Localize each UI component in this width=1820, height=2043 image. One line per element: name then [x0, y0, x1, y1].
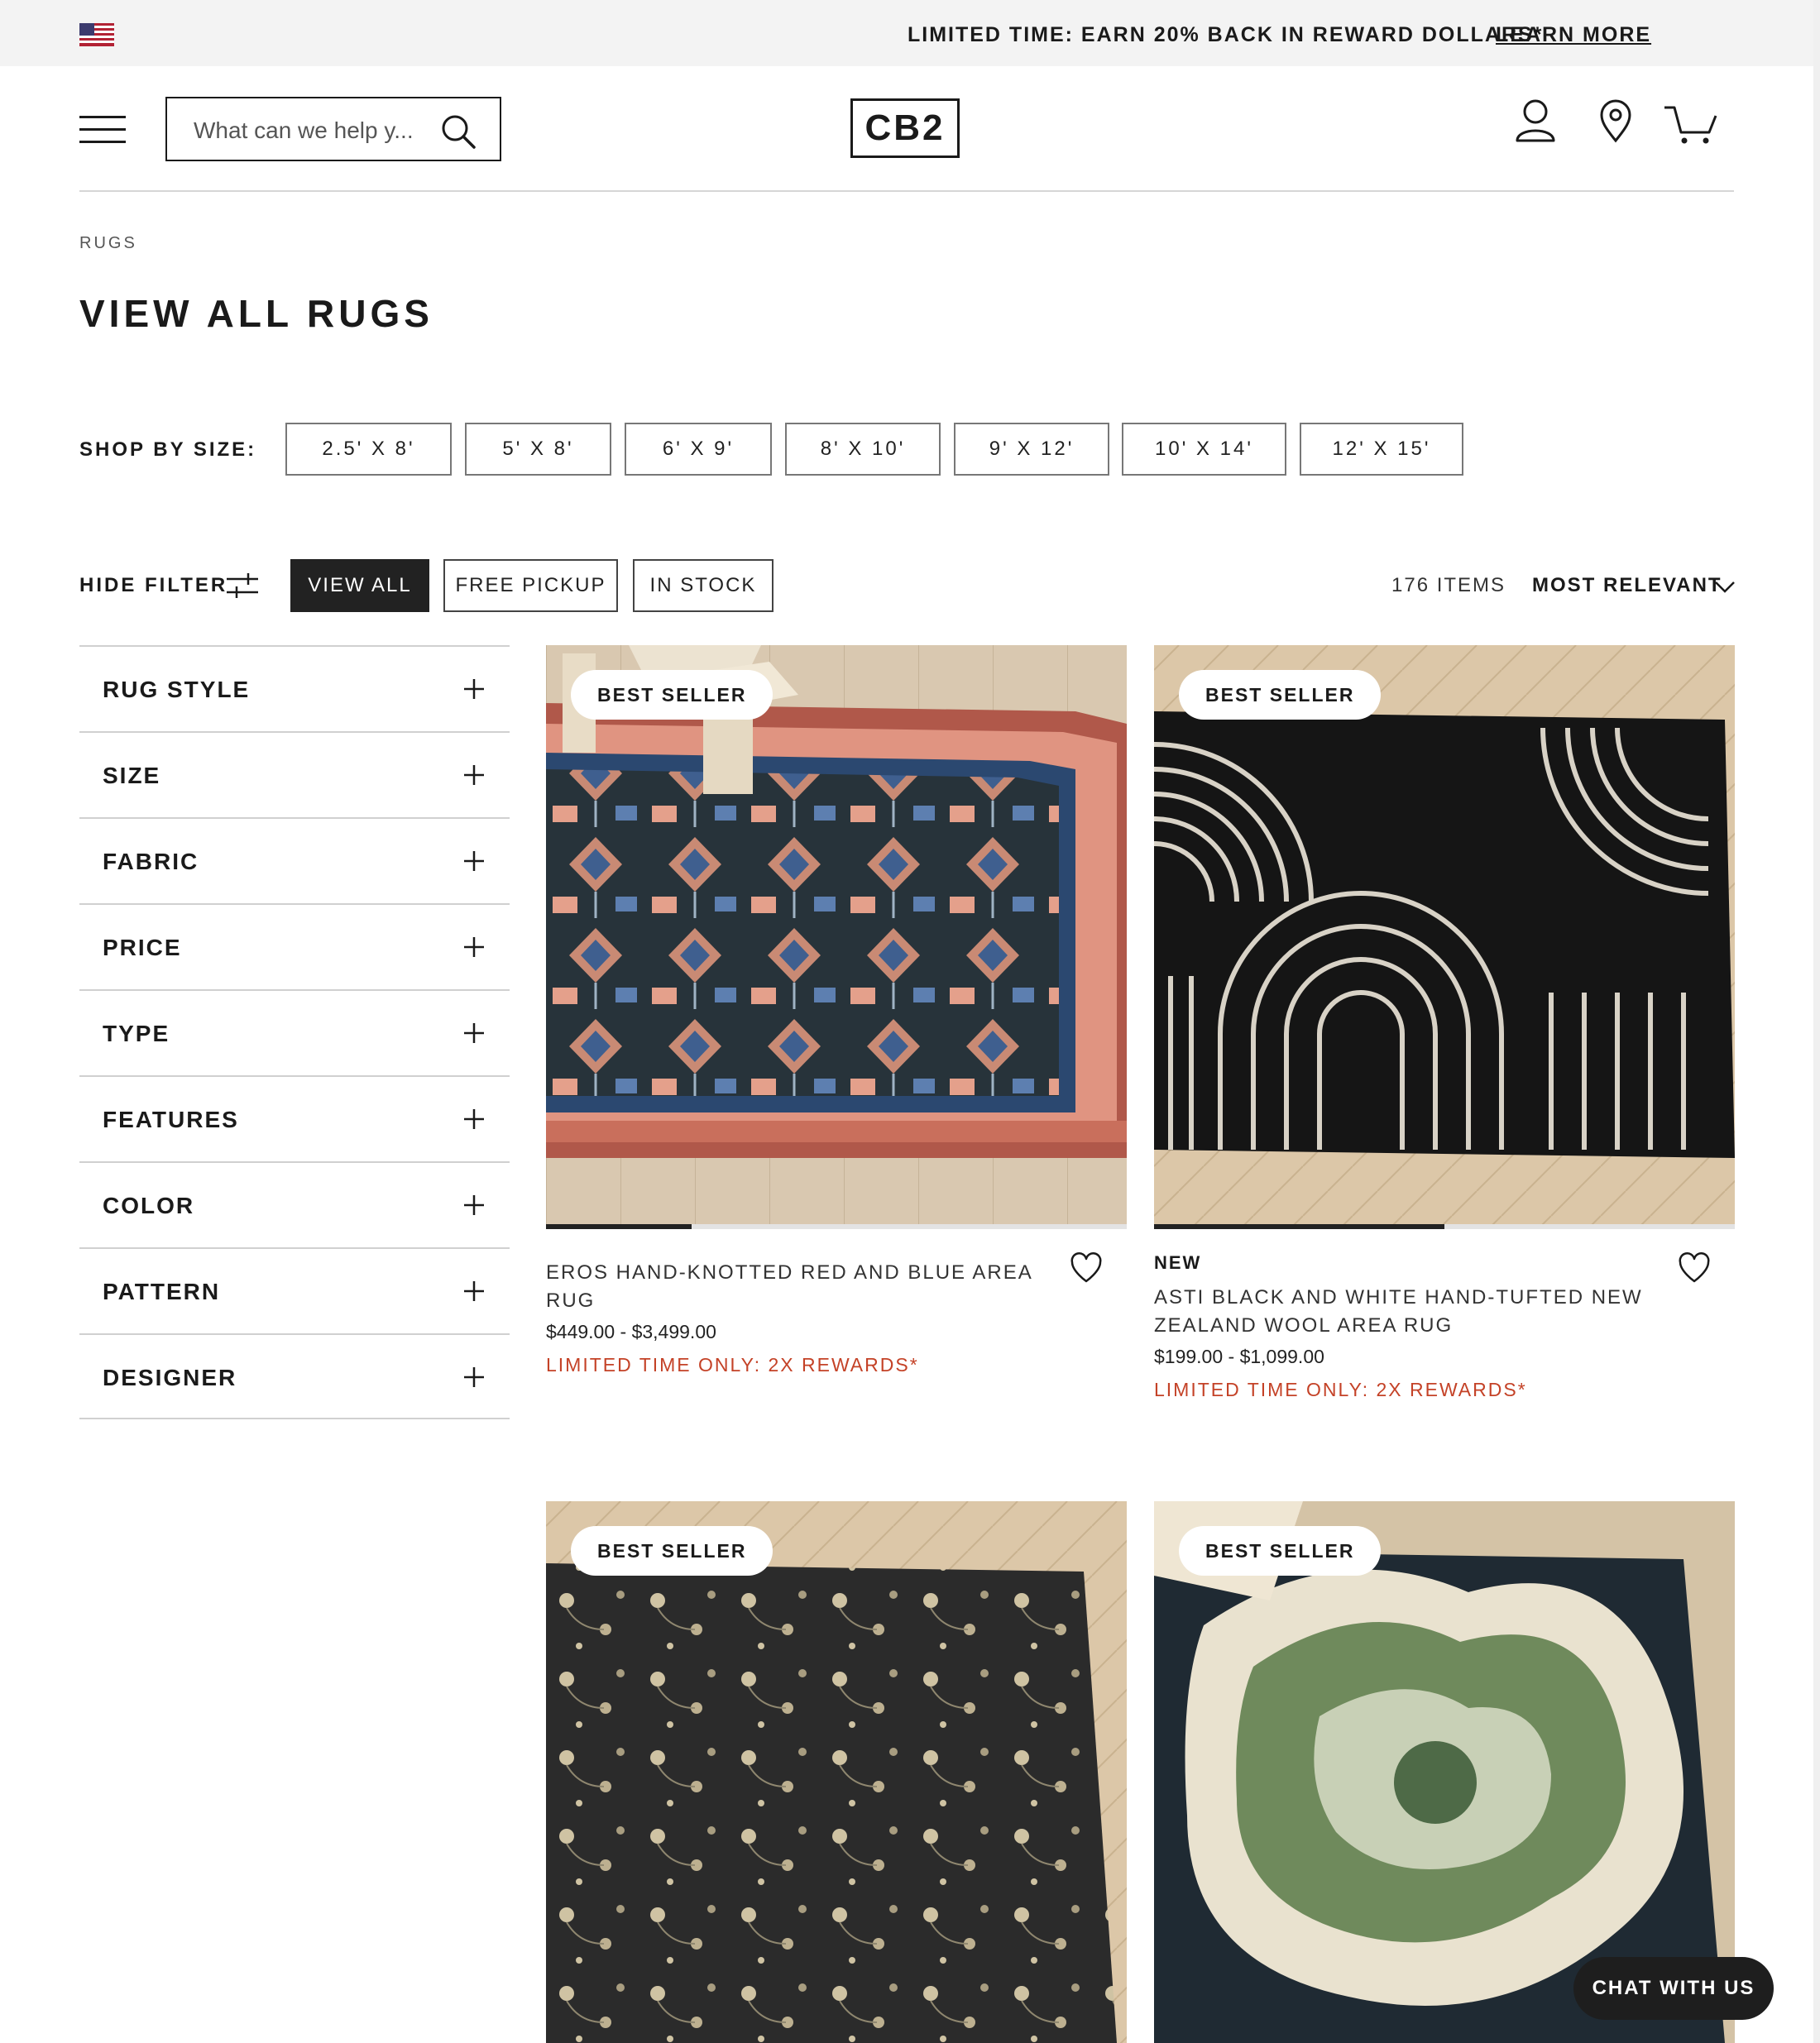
product-image-eros-rug[interactable]: BEST SELLER [546, 645, 1127, 1226]
chip-in-stock[interactable]: IN STOCK [633, 559, 774, 612]
floral-rug-illustration [546, 1501, 1127, 2043]
facet-label: PRICE [103, 935, 182, 960]
chip-free-pickup[interactable]: FREE PICKUP [443, 559, 618, 612]
size-button-9x12[interactable]: 9' X 12' [954, 423, 1109, 476]
plus-icon [464, 1023, 484, 1043]
best-seller-badge: BEST SELLER [571, 1526, 774, 1576]
hamburger-menu-icon[interactable] [79, 112, 126, 146]
best-seller-badge: BEST SELLER [1179, 1526, 1382, 1576]
product-name[interactable]: ASTI BLACK AND WHITE HAND-TUFTED NEW ZEA… [1154, 1284, 1650, 1340]
product-name[interactable]: EROS HAND-KNOTTED RED AND BLUE AREA RUG [546, 1259, 1042, 1315]
product-image-asti-rug[interactable]: BEST SELLER [1154, 645, 1735, 1226]
facet-label: FABRIC [103, 849, 199, 874]
breadcrumb[interactable]: RUGS [79, 234, 137, 253]
facet-label: RUG STYLE [103, 677, 251, 702]
plus-icon [464, 1281, 484, 1301]
cart-icon[interactable] [1663, 98, 1717, 146]
size-button-8x10[interactable]: 8' X 10' [785, 423, 941, 476]
plus-icon [464, 765, 484, 785]
filter-facets: RUG STYLE SIZE FABRIC PRICE TYPE FEATURE… [79, 645, 510, 1419]
facet-features[interactable]: FEATURES [79, 1075, 510, 1161]
facet-pattern[interactable]: PATTERN [79, 1247, 510, 1333]
facet-price[interactable]: PRICE [79, 903, 510, 989]
heart-icon[interactable] [1678, 1252, 1711, 1284]
hide-filter-button[interactable]: HIDE FILTER [79, 574, 228, 597]
facet-label: TYPE [103, 1021, 170, 1046]
size-button-2-5x8[interactable]: 2.5' X 8' [285, 423, 452, 476]
facet-size[interactable]: SIZE [79, 731, 510, 817]
rewards-promo: LIMITED TIME ONLY: 2X REWARDS* [1154, 1379, 1527, 1400]
chevron-down-icon[interactable] [1714, 577, 1736, 596]
facet-fabric[interactable]: FABRIC [79, 817, 510, 903]
cb2-logo[interactable]: CB2 [850, 98, 960, 158]
size-button-10x14[interactable]: 10' X 14' [1122, 423, 1286, 476]
facet-label: COLOR [103, 1193, 195, 1218]
facet-type[interactable]: TYPE [79, 989, 510, 1075]
best-seller-badge: BEST SELLER [571, 670, 774, 720]
learn-more-link[interactable]: LEARN MORE [1496, 23, 1651, 47]
items-count: 176 ITEMS [1391, 574, 1506, 596]
store-locator-icon[interactable] [1593, 98, 1638, 146]
plus-icon [464, 679, 484, 699]
search-icon[interactable] [440, 113, 477, 150]
chat-with-us-button[interactable]: CHAT WITH US [1573, 1957, 1774, 2020]
promo-text: LIMITED TIME: EARN 20% BACK IN REWARD DO… [908, 23, 1544, 46]
search-box [165, 97, 501, 161]
plus-icon [464, 851, 484, 871]
shop-by-size-label: SHOP BY SIZE: [79, 438, 257, 461]
size-button-6x9[interactable]: 6' X 9' [625, 423, 772, 476]
search-input[interactable] [192, 113, 435, 148]
facet-label: PATTERN [103, 1279, 221, 1304]
chip-view-all[interactable]: VIEW ALL [290, 559, 429, 612]
best-seller-badge: BEST SELLER [1179, 670, 1382, 720]
size-button-5x8[interactable]: 5' X 8' [465, 423, 611, 476]
product-image-floral-rug[interactable]: BEST SELLER [546, 1501, 1127, 2043]
plus-icon [464, 1195, 484, 1215]
facet-designer[interactable]: DESIGNER [79, 1333, 510, 1419]
us-flag-icon[interactable] [79, 23, 114, 46]
account-icon[interactable] [1513, 98, 1558, 146]
filter-sliders-icon[interactable] [225, 571, 260, 600]
image-carousel-progress [1154, 1224, 1735, 1229]
page-title: VIEW ALL RUGS [79, 292, 433, 335]
rewards-promo: LIMITED TIME ONLY: 2X REWARDS* [546, 1354, 919, 1376]
carousel-progress-fill [1154, 1224, 1444, 1229]
carousel-progress-fill [546, 1224, 692, 1229]
facet-label: DESIGNER [103, 1365, 237, 1390]
page-scrollbar[interactable] [1813, 0, 1820, 2043]
new-tag: NEW [1154, 1252, 1202, 1273]
plus-icon [464, 937, 484, 957]
product-price: $199.00 - $1,099.00 [1154, 1346, 1324, 1367]
image-carousel-progress [546, 1224, 1127, 1229]
facet-rug-style[interactable]: RUG STYLE [79, 645, 510, 731]
sort-dropdown[interactable]: MOST RELEVANT [1532, 574, 1722, 597]
plus-icon [464, 1367, 484, 1387]
asti-rug-illustration [1154, 645, 1735, 1226]
product-price: $449.00 - $3,499.00 [546, 1321, 716, 1342]
facet-color[interactable]: COLOR [79, 1161, 510, 1247]
heart-icon[interactable] [1070, 1252, 1103, 1284]
plus-icon [464, 1109, 484, 1129]
facet-label: FEATURES [103, 1107, 239, 1132]
eros-rug-illustration [546, 645, 1127, 1226]
facet-label: SIZE [103, 763, 161, 788]
header-divider [79, 190, 1734, 192]
size-button-12x15[interactable]: 12' X 15' [1300, 423, 1463, 476]
